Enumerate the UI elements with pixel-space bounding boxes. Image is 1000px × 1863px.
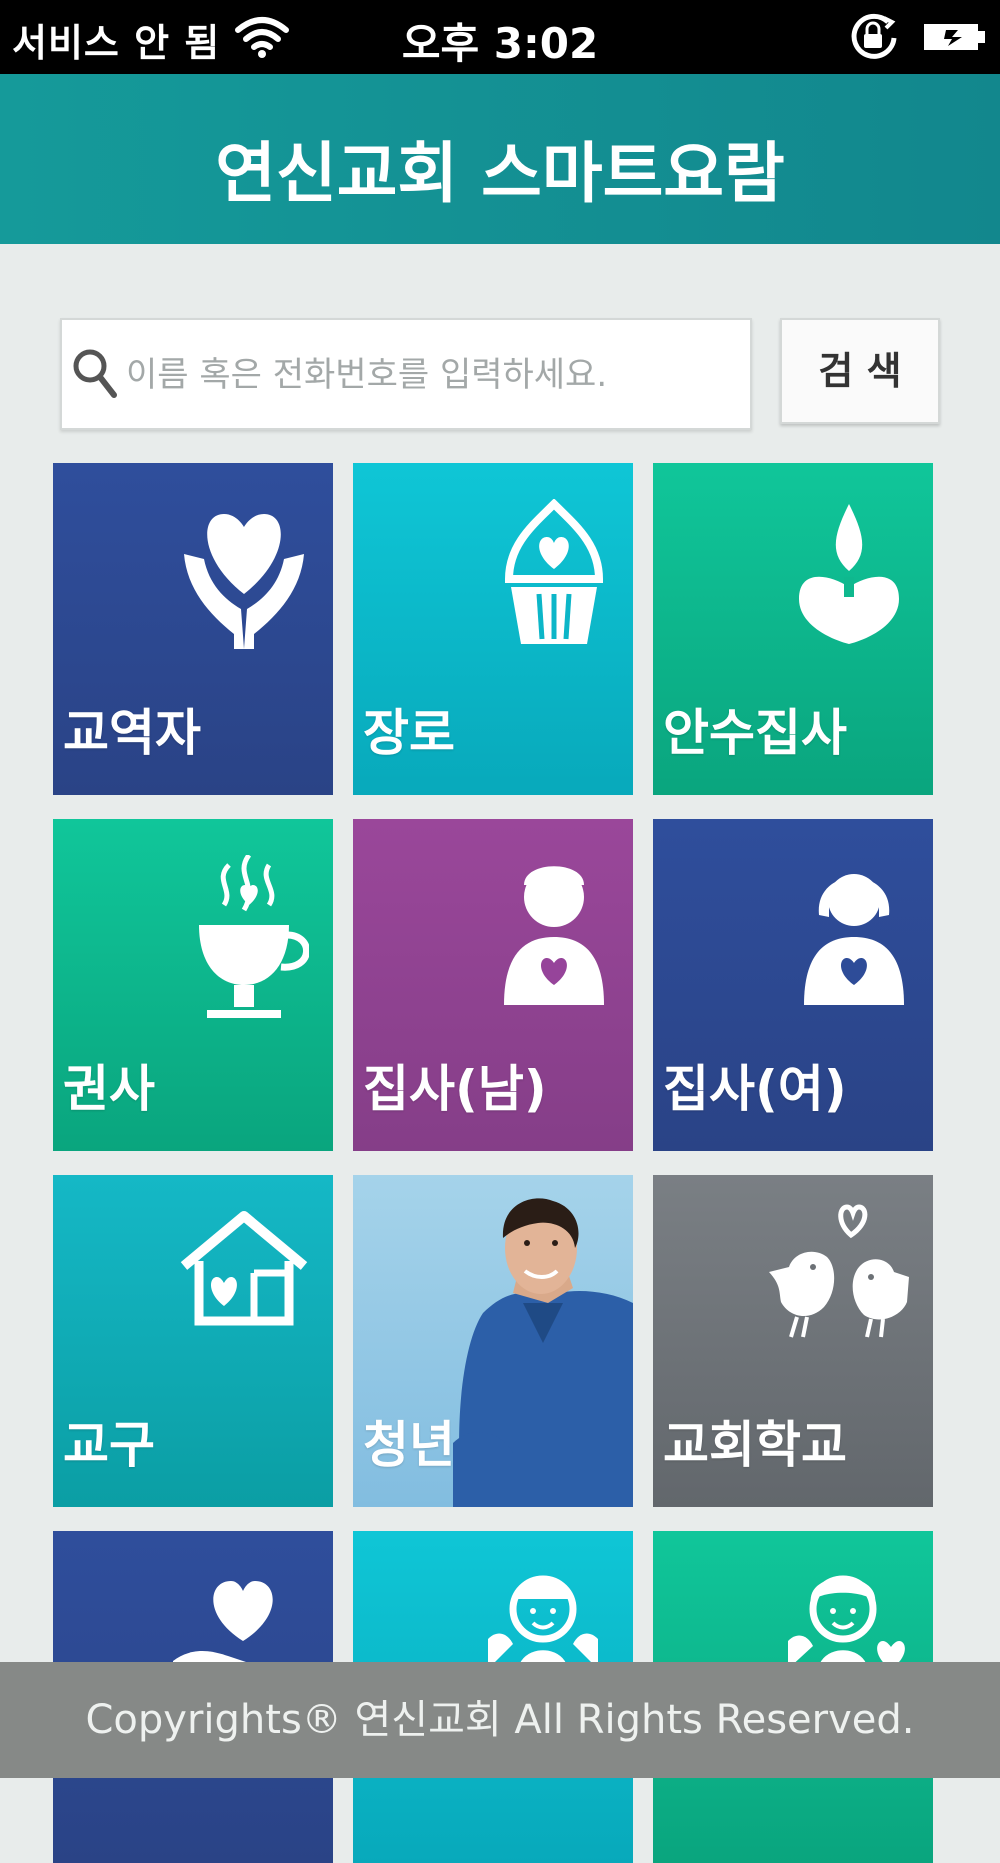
tile-label: 교역자	[63, 704, 201, 762]
tile-label: 청년	[363, 1416, 455, 1474]
tile-ordained-deacons[interactable]: 안수집사	[653, 463, 933, 795]
woman-heart-icon	[799, 855, 909, 1009]
house-heart-icon	[179, 1211, 309, 1335]
rotation-lock-icon	[848, 12, 900, 66]
cupcake-heart-icon	[499, 498, 609, 653]
battery-icon	[922, 20, 988, 58]
tile-young-adults[interactable]: 청년	[353, 1175, 633, 1507]
love-birds-icon	[759, 1197, 919, 1361]
tile-label: 집사(여)	[663, 1060, 847, 1118]
search-icon	[72, 348, 118, 404]
tile-church-school[interactable]: 교회학교	[653, 1175, 933, 1507]
search-button[interactable]: 검 색	[780, 318, 940, 424]
search-input[interactable]	[124, 338, 738, 412]
tile-elders[interactable]: 장로	[353, 463, 633, 795]
tile-label: 안수집사	[663, 704, 847, 762]
hand-heart-icon	[173, 1581, 293, 1675]
cherub-icon	[483, 1559, 603, 1673]
status-bar: 서비스 안 됨 오후 3:02	[0, 0, 1000, 74]
tile-parish[interactable]: 교구	[53, 1175, 333, 1507]
copyright-text: Copyrights® 연신교회 All Rights Reserved.	[85, 1697, 915, 1743]
tile-label: 교구	[63, 1416, 155, 1474]
candle-icon	[789, 499, 909, 653]
tile-pastors[interactable]: 교역자	[53, 463, 333, 795]
man-heart-icon	[499, 855, 609, 1009]
cherub-heart-icon	[783, 1559, 913, 1673]
footer: Copyrights® 연신교회 All Rights Reserved.	[0, 1662, 1000, 1778]
tile-label: 장로	[363, 704, 455, 762]
coffee-cup-hearts-icon	[189, 853, 310, 1039]
app-title: 연신교회 스마트요람	[215, 135, 785, 212]
tile-label: 권사	[63, 1060, 155, 1118]
tile-label: 집사(남)	[363, 1060, 547, 1118]
tile-senior-deaconesses[interactable]: 권사	[53, 819, 333, 1151]
heart-hands-icon	[179, 499, 309, 653]
tile-deacons-female[interactable]: 집사(여)	[653, 819, 933, 1151]
app-header: 연신교회 스마트요람	[0, 74, 1000, 244]
tile-label: 교회학교	[663, 1416, 847, 1474]
search-box[interactable]	[60, 318, 752, 430]
young-man-photo	[453, 1193, 633, 1507]
tile-deacons-male[interactable]: 집사(남)	[353, 819, 633, 1151]
